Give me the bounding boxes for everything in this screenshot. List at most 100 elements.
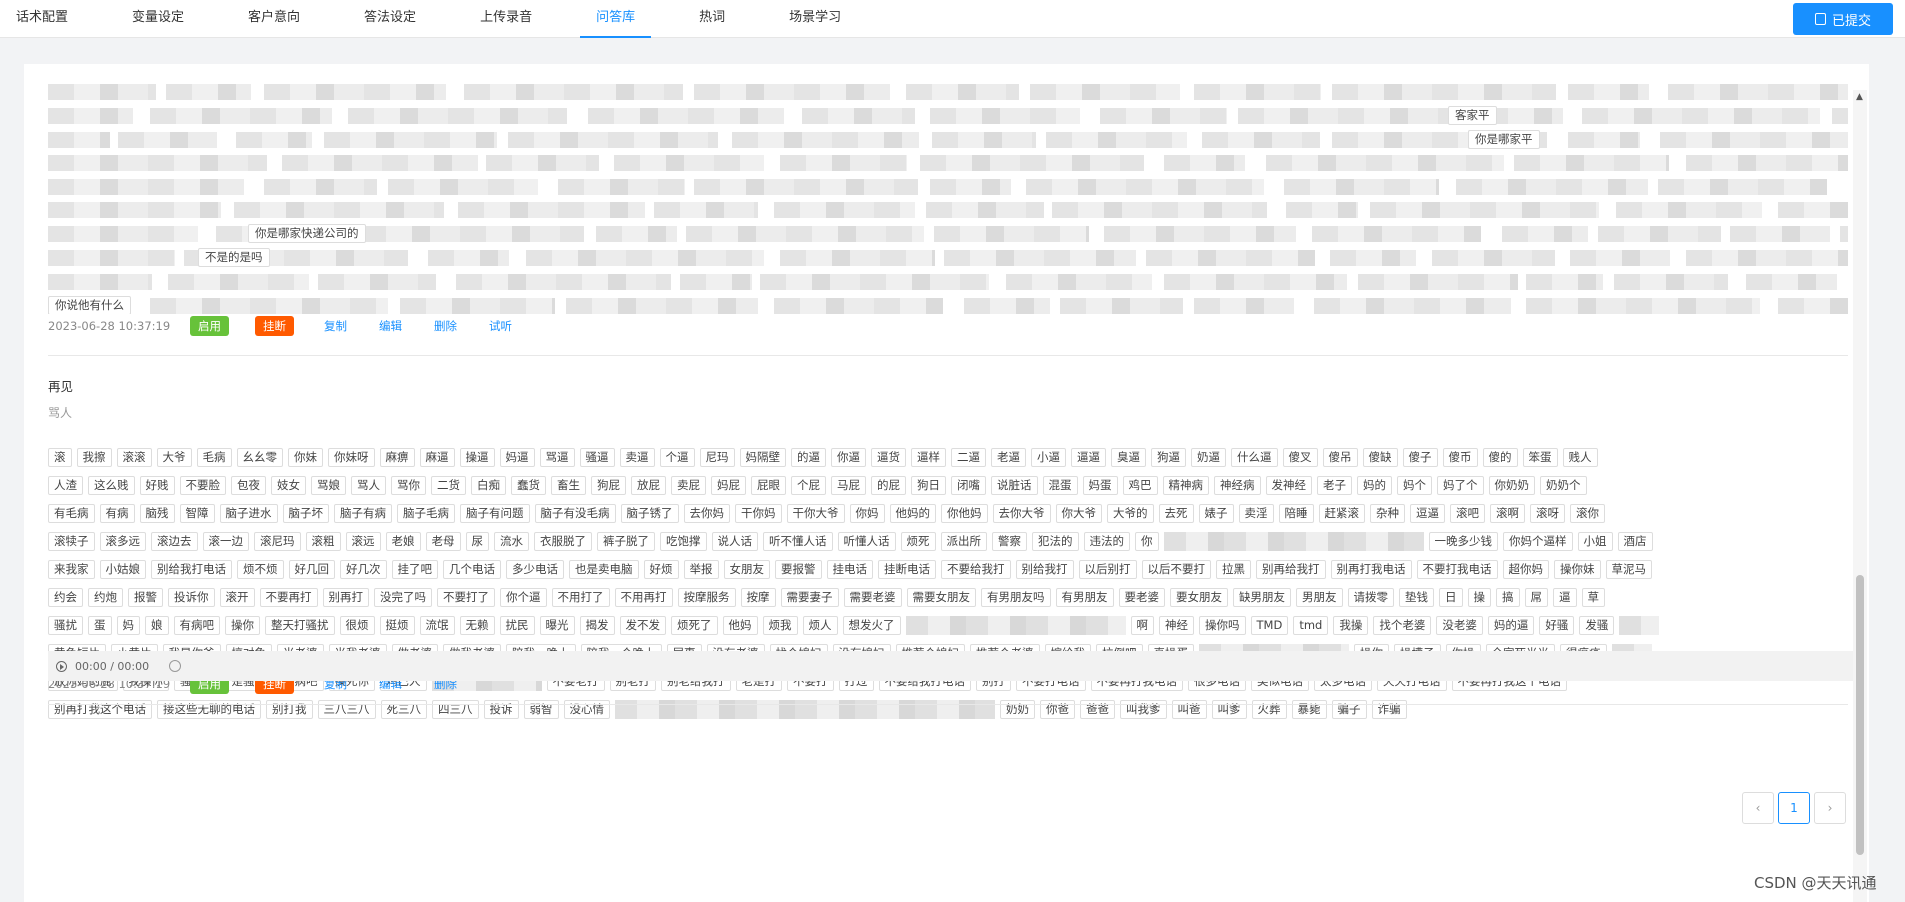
keyword-chip[interactable]: 老逼 [991, 448, 1026, 467]
keyword-chip[interactable]: 不要打我电话 [1416, 560, 1498, 579]
keyword-chip[interactable]: 很烦 [339, 616, 375, 635]
keyword-chip[interactable]: 不要再打 [259, 588, 318, 607]
card1-edit-link[interactable]: 编辑 [379, 318, 402, 334]
keyword-chip[interactable]: 逼 [1553, 588, 1577, 607]
keyword-chip[interactable]: 别再打 [322, 588, 369, 607]
keyword-chip[interactable]: 滚粗 [305, 532, 341, 551]
keyword-chip[interactable]: 妈了个 [1437, 476, 1484, 495]
keyword-chip[interactable]: 鸡巴 [1122, 476, 1158, 495]
keyword-chip[interactable]: 说脏话 [991, 476, 1038, 495]
keyword-chip[interactable]: 去死 [1158, 504, 1194, 523]
keyword-chip[interactable]: 尼玛 [699, 448, 735, 467]
keyword-chip[interactable]: 蛋 [88, 616, 112, 635]
keyword-chip[interactable]: 日 [1439, 588, 1463, 607]
keyword-chip[interactable]: 小姑娘 [99, 560, 146, 579]
keyword-chip[interactable]: 来我家 [48, 560, 95, 579]
keyword-chip[interactable]: 你 [1135, 532, 1159, 551]
keyword-chip[interactable]: 脑子毛病 [397, 504, 455, 523]
keyword-chip[interactable]: 酒店 [1617, 532, 1653, 551]
keyword-chip[interactable]: 我擦 [76, 448, 112, 467]
keyword-chip[interactable]: TMD [1250, 616, 1289, 635]
keyword-chip[interactable]: 烦人 [802, 616, 838, 635]
keyword-chip[interactable]: 马屁 [831, 476, 866, 495]
keyword-chip[interactable]: 你奶奶 [1488, 476, 1535, 495]
keyword-chip[interactable]: 超你妈 [1502, 560, 1549, 579]
prev-page-button[interactable]: ‹ [1742, 792, 1774, 824]
keyword-chip[interactable]: 你妹呀 [328, 448, 375, 467]
keyword-chip[interactable]: 滚你 [1570, 504, 1605, 523]
keyword-chip[interactable]: 整天打骚扰 [265, 616, 335, 635]
keyword-chip[interactable]: 叫爹 [1211, 700, 1247, 719]
keyword-chip[interactable]: 举报 [683, 560, 719, 579]
keyword-chip[interactable]: 卖屁 [671, 476, 706, 495]
keyword-chip[interactable]: 骂娘 [311, 476, 346, 495]
keyword-chip[interactable]: 需要妻子 [780, 588, 839, 607]
keyword-chip[interactable]: 贱人 [1562, 448, 1598, 467]
keyword-chip[interactable]: 不用打了 [551, 588, 610, 607]
keyword-chip[interactable]: 个逼 [659, 448, 695, 467]
keyword-chip[interactable]: 别给我打电话 [151, 560, 232, 579]
keyword-chip[interactable]: 你说他有什么 [48, 296, 131, 314]
keyword-chip[interactable]: 他妈 [722, 616, 758, 635]
keyword-chip[interactable]: 无赖 [459, 616, 495, 635]
keyword-chip[interactable]: 臭逼 [1111, 448, 1146, 467]
keyword-chip[interactable]: 畜生 [551, 476, 586, 495]
keyword-chip[interactable]: 女朋友 [723, 560, 770, 579]
keyword-chip[interactable]: 约炮 [88, 588, 123, 607]
card1-copy-link[interactable]: 复制 [324, 318, 347, 334]
keyword-chip[interactable]: 骂你 [391, 476, 426, 495]
keyword-chip[interactable]: 逼货 [871, 448, 906, 467]
keyword-chip[interactable]: 你是哪家快递公司的 [248, 224, 366, 243]
keyword-chip[interactable]: 骂人 [351, 476, 386, 495]
keyword-chip[interactable]: 脑子有病 [334, 504, 392, 523]
keyword-chip[interactable]: 啊 [1130, 616, 1154, 635]
keyword-chip[interactable]: 有病 [99, 504, 135, 523]
keyword-chip[interactable]: 奶奶个 [1540, 476, 1587, 495]
keyword-chip[interactable]: 流氓 [419, 616, 455, 635]
keyword-chip[interactable]: 扰民 [499, 616, 535, 635]
keyword-chip[interactable]: 滚边去 [151, 532, 198, 551]
keyword-chip[interactable]: 约会 [48, 588, 83, 607]
keyword-chip[interactable]: 骂逼 [539, 448, 575, 467]
keyword-chip[interactable]: 麻逼 [419, 448, 455, 467]
keyword-chip[interactable]: 别再给我打 [1256, 560, 1326, 579]
keyword-chip[interactable]: 骗子 [1331, 700, 1367, 719]
keyword-chip[interactable]: 干你大爷 [786, 504, 845, 523]
keyword-chip[interactable]: 骚扰 [48, 616, 83, 635]
keyword-chip[interactable]: 精神病 [1162, 476, 1209, 495]
keyword-chip[interactable]: 你大爷 [1055, 504, 1102, 523]
tab-0[interactable]: 话术配置 [0, 0, 84, 38]
keyword-chip[interactable]: 麻痹 [379, 448, 415, 467]
keyword-chip[interactable]: 犯法的 [1032, 532, 1079, 551]
keyword-chip[interactable]: 干你妈 [735, 504, 782, 523]
card1-enabled-badge[interactable]: 启用 [190, 316, 229, 336]
keyword-chip[interactable]: 派出所 [940, 532, 987, 551]
keyword-chip[interactable]: 挂了吧 [391, 560, 438, 579]
keyword-chip[interactable]: 傻叉 [1282, 448, 1318, 467]
keyword-chip[interactable]: 妈屁 [711, 476, 746, 495]
keyword-chip[interactable]: 裤子脱了 [597, 532, 655, 551]
keyword-chip[interactable]: 流水 [494, 532, 529, 551]
keyword-chip[interactable]: 妈蛋 [1082, 476, 1118, 495]
keyword-chip[interactable]: 卖逼 [619, 448, 655, 467]
keyword-chip[interactable]: 傻子 [1402, 448, 1438, 467]
keyword-chip[interactable]: 找个老婆 [1373, 616, 1432, 635]
keyword-chip[interactable]: 也是卖电脑 [569, 560, 639, 579]
keyword-chip[interactable]: 滚呀 [1530, 504, 1565, 523]
keyword-chip[interactable]: 没老婆 [1436, 616, 1483, 635]
keyword-chip[interactable]: 发神经 [1265, 476, 1312, 495]
keyword-chip[interactable]: 脑子有没毛病 [534, 504, 616, 523]
keyword-chip[interactable]: 神经病 [1214, 476, 1261, 495]
keyword-chip[interactable]: 别再打我这个电话 [48, 700, 152, 719]
keyword-chip[interactable]: 要报警 [775, 560, 822, 579]
keyword-chip[interactable]: 蠢货 [511, 476, 546, 495]
keyword-chip[interactable]: 衣服脱了 [534, 532, 592, 551]
keyword-chip[interactable]: 叫爸 [1171, 700, 1207, 719]
keyword-chip[interactable]: 闭嘴 [951, 476, 986, 495]
keyword-chip[interactable]: 火葬 [1251, 700, 1287, 719]
keyword-chip[interactable]: 傻吊 [1322, 448, 1358, 467]
keyword-chip[interactable]: 听不懂人话 [763, 532, 833, 551]
page-number-current[interactable]: 1 [1778, 792, 1810, 824]
keyword-chip[interactable]: 老娘 [385, 532, 421, 551]
keyword-chip[interactable]: 狗日 [911, 476, 946, 495]
